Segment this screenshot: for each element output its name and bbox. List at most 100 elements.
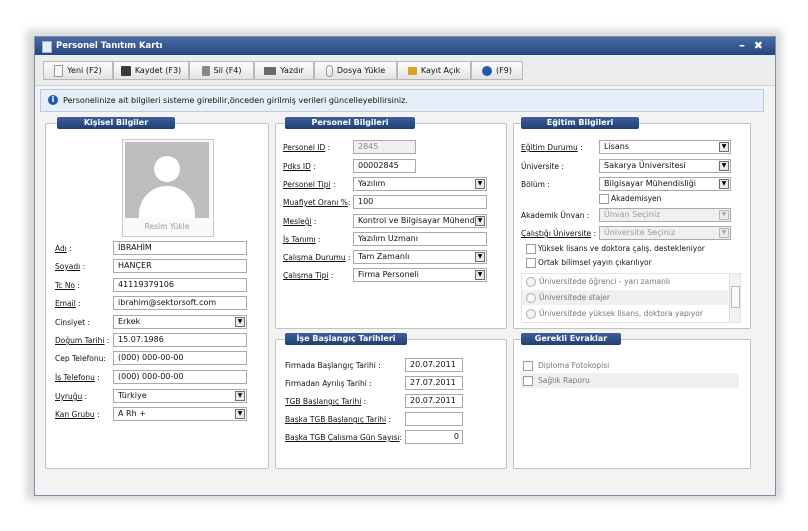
work-type-select[interactable]: Firma Personeli ▼	[353, 268, 487, 282]
print-button[interactable]: Yazdır	[254, 61, 314, 80]
new-button-label: Yeni (F2)	[67, 66, 102, 75]
radio-graduate-study[interactable]	[526, 309, 536, 319]
upload-photo-button[interactable]: Resim Yükle	[125, 220, 209, 234]
surname-label-text: Soyadı	[55, 262, 81, 271]
mobile-phone-label: Cep Telefonu:	[55, 354, 106, 363]
company-leave-input[interactable]: 27.07.2011	[405, 376, 463, 390]
window-title: Personel Tanıtım Kartı	[56, 41, 163, 51]
department-select[interactable]: Bilgisayar Mühendisliği ▼	[599, 177, 731, 191]
job-definition-input[interactable]: Yazılım Uzmanı	[353, 232, 487, 246]
minimize-button[interactable]: –	[739, 38, 745, 52]
working-university-value: Üniversite Seçiniz	[604, 228, 676, 237]
work-phone-input[interactable]: (000) 000-00-00	[113, 370, 247, 384]
delete-button[interactable]: Sil (F4)	[189, 61, 254, 80]
pdks-id-input[interactable]: 00002845	[353, 159, 416, 173]
chevron-down-icon[interactable]: ▼	[235, 391, 245, 401]
radio-intern[interactable]	[526, 293, 536, 303]
save-disk-icon	[120, 65, 131, 76]
working-university-select[interactable]: Üniversite Seçiniz ▼	[599, 226, 731, 240]
surname-input[interactable]: HANÇER	[113, 259, 247, 273]
profession-select[interactable]: Kontrol ve Bilgisayar Mühendisi ▼	[353, 214, 487, 228]
chevron-down-icon[interactable]: ▼	[719, 228, 729, 238]
exemption-rate-input[interactable]: 100	[353, 195, 487, 209]
chevron-down-icon[interactable]: ▼	[475, 179, 485, 189]
chevron-down-icon[interactable]: ▼	[719, 142, 729, 152]
tgb-start-input[interactable]: 20.07.2011	[405, 394, 463, 408]
department-value: Bilgisayar Mühendisliği	[604, 179, 697, 188]
close-button[interactable]: ✖	[754, 39, 763, 52]
staff-type-select[interactable]: Yazılım ▼	[353, 177, 487, 191]
avatar	[125, 142, 209, 218]
other-tgb-start-input[interactable]	[405, 412, 463, 426]
graduate-support-checkbox[interactable]	[526, 244, 536, 254]
blood-group-select[interactable]: A Rh + ▼	[113, 407, 247, 421]
other-tgb-start-label-text: Başka TGB Başlangıç Tarihi	[285, 415, 387, 424]
documents-panel	[513, 339, 751, 469]
help-button-label: (F9)	[496, 66, 512, 75]
birth-date-input[interactable]: 15.07.1986	[113, 333, 247, 347]
tc-no-input[interactable]: 41119379106	[113, 278, 247, 292]
diploma-checkbox[interactable]	[523, 361, 533, 371]
personal-info-title: Kişisel Bilgiler	[57, 117, 175, 129]
photo-frame: Resim Yükle	[122, 139, 214, 237]
save-button[interactable]: Kaydet (F3)	[113, 61, 189, 80]
company-start-label: Firmada Başlangıç Tarihi :	[285, 361, 381, 370]
help-button[interactable]: (F9)	[471, 61, 523, 80]
academic-title-select[interactable]: Ünvan Seçiniz ▼	[599, 208, 731, 222]
email-field[interactable]: ibrahim@sektorsoft.com	[113, 296, 247, 310]
chevron-down-icon[interactable]: ▼	[235, 317, 245, 327]
chevron-down-icon[interactable]: ▼	[475, 216, 485, 226]
upload-file-button[interactable]: Dosya Yükle	[314, 61, 397, 80]
chevron-down-icon[interactable]: ▼	[475, 252, 485, 262]
nationality-select[interactable]: Türkiye ▼	[113, 389, 247, 403]
documents-title: Gerekli Evraklar	[521, 333, 621, 345]
blood-group-value: A Rh +	[118, 409, 146, 418]
work-type-value: Firma Personeli	[358, 270, 419, 279]
new-button[interactable]: Yeni (F2)	[43, 61, 113, 80]
nationality-label-text: Uyruğu	[55, 392, 83, 401]
education-status-value: Lisans	[604, 142, 629, 151]
other-tgb-days-input[interactable]: 0	[405, 430, 463, 444]
education-title: Eğitim Bilgileri	[521, 117, 639, 129]
joint-publication-label: Ortak bilimsel yayın çıkarılıyor	[538, 258, 652, 267]
gender-select[interactable]: Erkek ▼	[113, 315, 247, 329]
work-status-select[interactable]: Tam Zamanlı ▼	[353, 250, 487, 264]
record-open-button[interactable]: Kayıt Açık	[397, 61, 471, 80]
company-leave-label-text: Firmadan Ayrılış Tarihi	[285, 379, 367, 388]
chevron-down-icon[interactable]: ▼	[719, 179, 729, 189]
department-label-text: Bölüm	[521, 180, 545, 189]
exemption-rate-label-text: Muafiyet Oranı %	[283, 198, 348, 207]
nationality-label: Uyruğu :	[55, 392, 88, 401]
education-status-label: Eğitim Durumu :	[521, 143, 583, 152]
email-label-text: Email	[55, 299, 76, 308]
other-tgb-start-label: Başka TGB Başlangıç Tarihi :	[285, 415, 392, 424]
mobile-phone-input[interactable]: (000) 000-00-00	[113, 351, 247, 365]
chevron-down-icon[interactable]: ▼	[719, 161, 729, 171]
surname-label: Soyadı :	[55, 262, 86, 271]
scrollbar-thumb[interactable]	[731, 286, 740, 308]
joint-publication-checkbox[interactable]	[526, 258, 536, 268]
save-button-label: Kaydet (F3)	[134, 66, 182, 75]
health-report-checkbox[interactable]	[523, 376, 533, 386]
tgb-start-label-text: TGB Başlangıç Tarihi	[285, 397, 362, 406]
radio-parttime-student[interactable]	[526, 277, 536, 287]
work-phone-label-text: İş Telefonu	[55, 373, 95, 382]
academic-checkbox[interactable]	[599, 194, 609, 204]
unlock-icon	[407, 66, 417, 75]
tc-no-label-text: Tc No	[55, 281, 76, 290]
window-document-icon	[42, 41, 52, 53]
university-select[interactable]: Sakarya Üniversitesi ▼	[599, 159, 731, 173]
chevron-down-icon[interactable]: ▼	[235, 409, 245, 419]
gender-value: Erkek	[118, 317, 141, 326]
chevron-down-icon[interactable]: ▼	[719, 210, 729, 220]
company-start-input[interactable]: 20.07.2011	[405, 358, 463, 372]
education-status-select[interactable]: Lisans ▼	[599, 140, 731, 154]
chevron-down-icon[interactable]: ▼	[475, 270, 485, 280]
scrollbar[interactable]	[729, 274, 740, 322]
blood-group-label-text: Kan Grubu	[55, 410, 95, 419]
blood-group-label: Kan Grubu :	[55, 410, 100, 419]
first-name-input[interactable]: İBRAHİM	[113, 241, 247, 255]
tc-no-label: Tc No :	[55, 281, 80, 290]
title-bar: Personel Tanıtım Kartı – ✖	[35, 37, 775, 55]
radio-graduate-study-label: Üniversitede yüksek lisans, doktora yapı…	[539, 309, 703, 318]
